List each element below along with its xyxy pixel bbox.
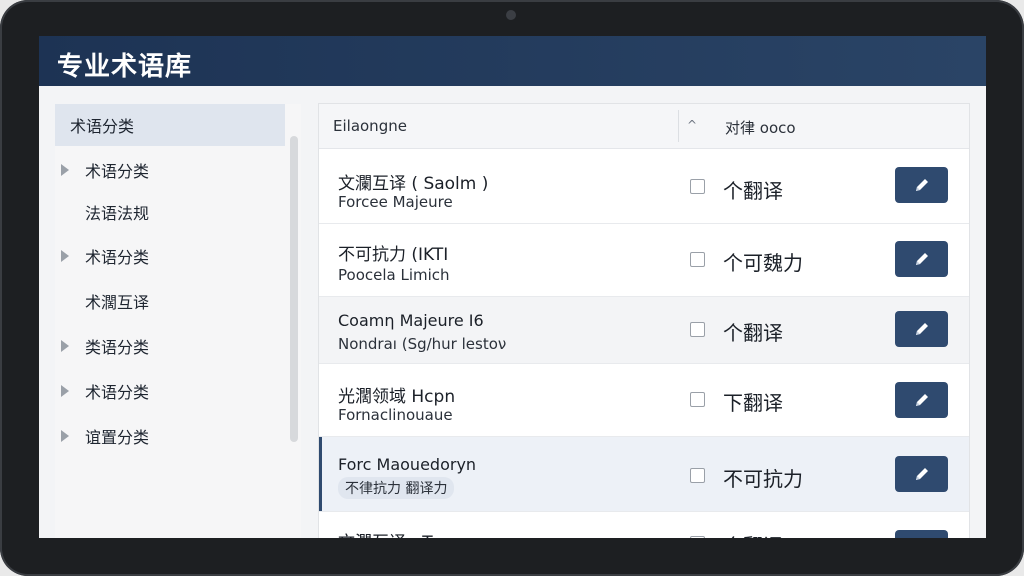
sidebar-item-label: 术语分类 <box>85 383 150 402</box>
selection-indicator <box>319 437 322 511</box>
column-header-term[interactable]: Eilaongne <box>333 117 407 135</box>
term-source: 文濶互译 · T <box>338 528 433 538</box>
sidebar-item-2[interactable]: 法语法规 <box>55 196 285 228</box>
app-title: 专业术语库 <box>57 52 193 82</box>
term-source: 光濶领域 Hcpn <box>338 387 456 407</box>
sidebar-heading[interactable]: 术语分类 <box>55 104 285 146</box>
edit-button[interactable] <box>895 382 948 418</box>
term-translation: 个翻译 <box>723 321 783 345</box>
term-translation: 下翻译 <box>723 391 783 415</box>
term-translation: 个翻译 <box>723 179 783 203</box>
tablet-bezel: 专业术语库 术语分类 术语分类 法语法规 术语分类 术濶互译 类语分类 术语分类… <box>0 0 1024 576</box>
term-source: 文瀾互译 ( Saolm ) <box>338 174 489 194</box>
expand-arrow-icon[interactable] <box>61 250 69 262</box>
pencil-icon <box>915 253 928 265</box>
sidebar-item-7[interactable]: 谊置分类 <box>55 420 285 452</box>
sort-arrow-icon[interactable]: ^ <box>687 118 697 132</box>
sidebar-item-5[interactable]: 类语分类 <box>55 330 285 362</box>
sidebar-heading-label: 术语分类 <box>70 117 135 136</box>
edit-button[interactable] <box>895 167 948 203</box>
table-row[interactable]: 光濶领域 Hcpn Fornaclinouaue 下翻译 <box>319 364 969 437</box>
sidebar-item-1[interactable]: 术语分类 <box>55 154 285 186</box>
term-source: Forc Maouedoryn <box>338 455 477 474</box>
sidebar-item-label: 谊置分类 <box>85 428 150 447</box>
row-checkbox[interactable] <box>690 392 705 407</box>
table-row[interactable]: Coamη Majeure I6 Nondraı (Sg/hur lestoν … <box>319 297 969 364</box>
term-english: Nondraı (Sg/hur lestoν <box>338 335 507 353</box>
sidebar-item-label: 类语分类 <box>85 338 150 357</box>
term-english: Poocela Limich <box>338 266 450 284</box>
edit-button[interactable] <box>895 311 948 347</box>
sidebar-scrollbar[interactable] <box>290 136 298 442</box>
row-checkbox[interactable] <box>690 468 705 483</box>
table-row-selected[interactable]: Forc Maouedoryn 不律抗力 翻译力 不可抗力 <box>319 437 969 512</box>
table-row[interactable]: 文濶互译 · T 个翻译 <box>319 512 969 538</box>
pencil-icon <box>915 468 928 480</box>
pencil-icon <box>915 394 928 406</box>
table-row[interactable]: 文瀾互译 ( Saolm ) Forcee Majeure 个翻译 <box>319 149 969 224</box>
expand-arrow-icon[interactable] <box>61 340 69 352</box>
sidebar-item-label: 术语分类 <box>85 162 150 181</box>
term-english: Forcee Majeure <box>338 193 453 211</box>
app-screen: 专业术语库 术语分类 术语分类 法语法规 术语分类 术濶互译 类语分类 术语分类… <box>39 36 986 538</box>
pencil-icon <box>915 179 928 191</box>
camera-dot <box>506 10 516 20</box>
column-header-translation[interactable]: 对律 ooco <box>725 117 796 138</box>
term-translation: 个可魏力 <box>723 251 803 275</box>
expand-arrow-icon[interactable] <box>61 430 69 442</box>
row-checkbox[interactable] <box>690 536 705 538</box>
sidebar-item-label: 术濶互译 <box>85 293 150 312</box>
sidebar-item-3[interactable]: 术语分类 <box>55 240 285 272</box>
row-checkbox[interactable] <box>690 322 705 337</box>
term-note-tag: 不律抗力 翻译力 <box>338 477 455 499</box>
term-translation: 个翻译 <box>723 530 783 538</box>
edit-button[interactable] <box>895 456 948 492</box>
category-sidebar: 术语分类 术语分类 法语法规 术语分类 术濶互译 类语分类 术语分类 谊置分类 <box>55 104 301 538</box>
app-header: 专业术语库 <box>39 36 986 86</box>
edit-button[interactable] <box>895 241 948 277</box>
table-row[interactable]: 不可抗力 (IKTI Poocela Limich 个可魏力 <box>319 224 969 297</box>
term-translation: 不可抗力 <box>723 467 803 491</box>
expand-arrow-icon[interactable] <box>61 385 69 397</box>
sidebar-item-label: 法语法规 <box>85 204 150 223</box>
sidebar-item-6[interactable]: 术语分类 <box>55 375 285 407</box>
sidebar-item-4[interactable]: 术濶互译 <box>55 285 285 317</box>
terms-table: Eilaongne ^ 对律 ooco 文瀾互译 ( Saolm ) Force… <box>318 103 970 538</box>
expand-arrow-icon[interactable] <box>61 164 69 176</box>
term-source: 不可抗力 (IKTI <box>338 245 449 265</box>
pencil-icon <box>915 323 928 335</box>
edit-button[interactable] <box>895 530 948 538</box>
table-header: Eilaongne ^ 对律 ooco <box>319 104 969 149</box>
row-checkbox[interactable] <box>690 252 705 267</box>
sidebar-item-label: 术语分类 <box>85 248 150 267</box>
term-source: Coamη Majeure I6 <box>338 311 484 330</box>
row-checkbox[interactable] <box>690 179 705 194</box>
term-english: Fornaclinouaue <box>338 406 453 424</box>
column-divider <box>678 110 679 142</box>
term-english: 不律抗力 翻译力 <box>338 477 455 499</box>
